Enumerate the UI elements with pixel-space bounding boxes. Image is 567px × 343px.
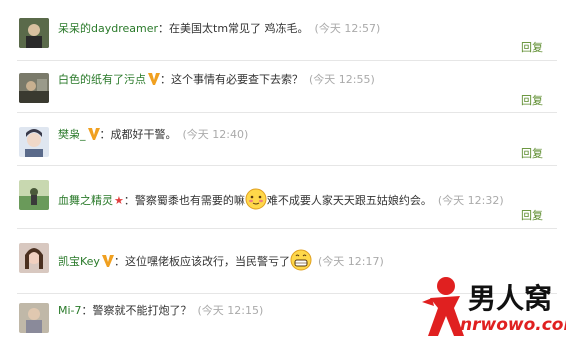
list-item: 血舞之精灵★：警察蜀黍也有需要的嘛 难不成要人家天天跟五姑娘约会。 (今天 12:3…	[17, 170, 557, 229]
star-badge-icon: ★	[114, 194, 124, 207]
watermark-cn: 男人窝	[468, 282, 552, 315]
avatar[interactable]	[19, 303, 49, 333]
reply-link[interactable]: 回复	[521, 92, 543, 108]
emoji-shy-icon	[245, 188, 267, 210]
list-item: 白色的纸有了污点 ：这个事情有必要查下去索？ (今天 12:55) 回复	[17, 64, 557, 113]
separator: ：	[123, 194, 135, 207]
reply-link[interactable]: 回复	[521, 39, 543, 55]
timestamp: (今天 12:32)	[437, 194, 504, 207]
separator: ：	[160, 73, 171, 86]
separator: ：	[81, 304, 93, 317]
comment-text: 警察就不能打炮了？	[92, 304, 192, 317]
separator: ：	[99, 128, 111, 141]
emoji-grin-icon	[290, 249, 312, 271]
vip-badge-icon	[148, 73, 160, 85]
timestamp: (今天 12:17)	[317, 255, 384, 268]
reply-link[interactable]: 回复	[521, 207, 543, 223]
timestamp: (今天 12:15)	[197, 304, 264, 317]
comment-text: 这位嘿佬板应该改行，当民警亏了	[124, 255, 290, 268]
avatar[interactable]	[19, 127, 49, 157]
comment-text-continued: 难不成要人家天天跟五姑娘约会。	[266, 194, 432, 207]
comment-text: 这个事情有必要查下去索？	[171, 73, 303, 86]
user-name-link[interactable]: 血舞之精灵	[58, 194, 113, 207]
avatar[interactable]	[19, 18, 49, 48]
list-item: 呆呆的daydreamer：在美国太tm常见了 鸡冻毛。 (今天 12:57) 回…	[17, 15, 557, 61]
user-name-link[interactable]: Mi-7	[58, 304, 82, 317]
avatar[interactable]	[19, 180, 49, 210]
vip-badge-icon	[87, 128, 100, 140]
separator: ：	[158, 22, 170, 35]
timestamp: (今天 12:40)	[182, 128, 249, 141]
comment-text: 警察蜀黍也有需要的嘛	[134, 194, 245, 207]
comment-text: 成都好干警。	[110, 128, 177, 141]
timestamp: (今天 12:55)	[309, 73, 375, 86]
avatar[interactable]	[19, 73, 49, 103]
vip-badge-icon	[101, 255, 114, 267]
timestamp: (今天 12:57)	[314, 22, 381, 35]
list-item: 樊枭_ ：成都好干警。 (今天 12:40) 回复	[17, 117, 557, 166]
site-watermark-logo: 男人窝 nrwowo.com	[420, 272, 567, 340]
comment-text: 在美国太tm常见了 鸡冻毛。	[169, 22, 309, 35]
user-name-link[interactable]: 樊枭_	[58, 128, 86, 141]
reply-link[interactable]: 回复	[521, 145, 543, 161]
user-name-link[interactable]: 呆呆的daydreamer	[58, 22, 158, 35]
user-name-link[interactable]: 凯宝Key	[58, 255, 100, 268]
watermark-url: nrwowo.com	[460, 315, 566, 335]
user-name-link[interactable]: 白色的纸有了污点	[58, 73, 146, 86]
separator: ：	[113, 255, 125, 268]
avatar[interactable]	[19, 243, 49, 273]
